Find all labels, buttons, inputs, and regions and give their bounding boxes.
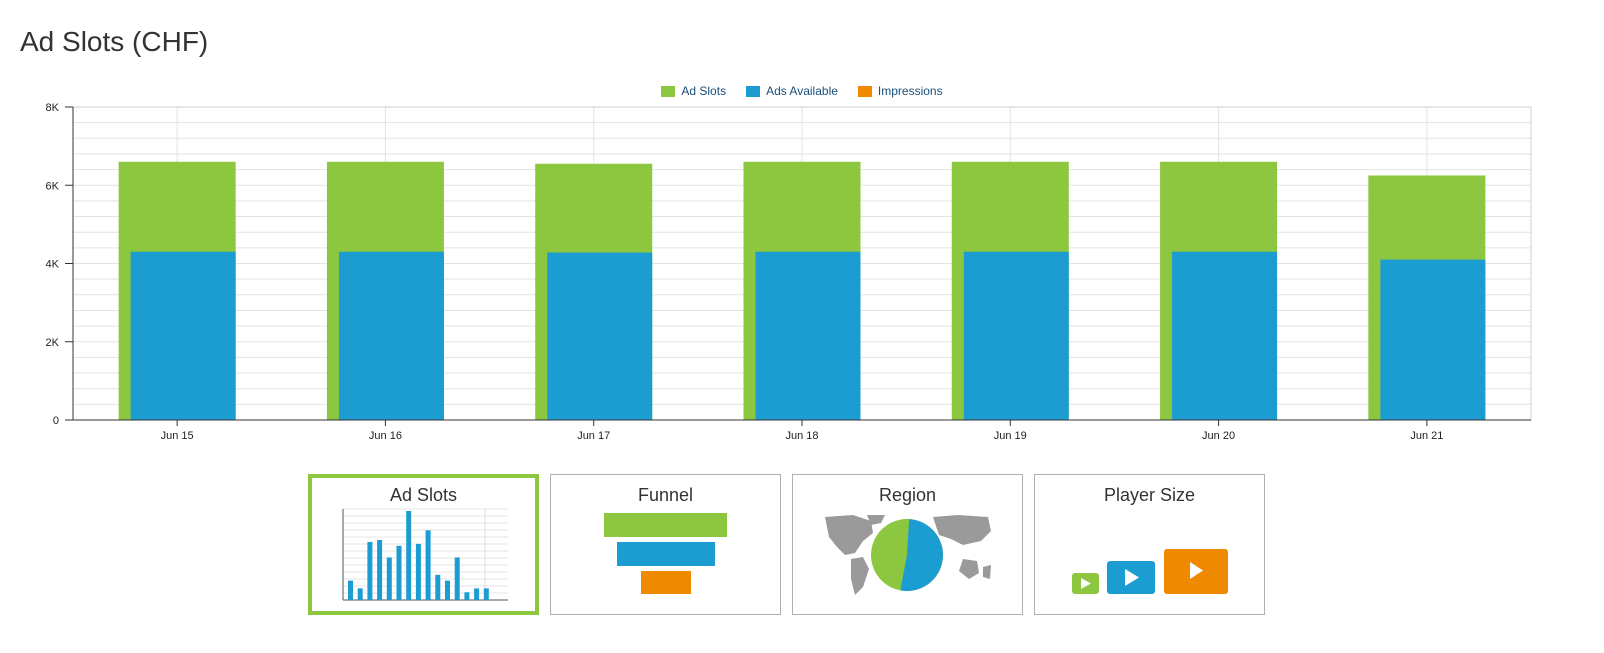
thumb-bar — [445, 580, 450, 600]
ad-slots-chart: 0 2K 4K 6K 8K Jun 15 Jun 16 Jun 17 Jun 18 Jun 19 J… — [46, 102, 1532, 442]
x-tick-label: Jun 17 — [577, 430, 610, 442]
y-tick-label: 6K — [46, 180, 60, 192]
bar-ads-available — [1380, 259, 1486, 420]
y-tick-label: 4K — [46, 259, 60, 271]
x-tick-label: Jun 18 — [785, 430, 818, 442]
bar-ads-available — [547, 252, 653, 420]
bar-ads-available — [755, 251, 861, 420]
funnel-thumbnail-icon — [604, 513, 727, 594]
thumb-bar — [377, 540, 383, 600]
ad-slots-thumbnail-icon — [342, 508, 508, 601]
y-tick-label: 8K — [46, 102, 60, 114]
region-map-thumbnail-icon — [825, 515, 991, 595]
x-tick-label: Jun 15 — [161, 430, 194, 442]
thumb-bar — [483, 588, 489, 600]
tile-funnel[interactable]: Funnel — [550, 474, 781, 615]
thumb-bar — [474, 588, 480, 600]
chart-type-tiles: Ad Slots Funnel Region Player Size — [308, 474, 1265, 615]
tile-region[interactable]: Region — [792, 474, 1023, 615]
x-tick-label: Jun 19 — [994, 430, 1027, 442]
thumb-bar — [406, 511, 412, 600]
thumb-bar — [357, 588, 363, 600]
thumb-bar — [454, 557, 460, 600]
thumb-bar — [348, 580, 353, 600]
y-tick-label: 2K — [46, 337, 60, 349]
thumb-bar — [435, 574, 441, 600]
x-tick-label: Jun 16 — [369, 430, 402, 442]
x-tick-label: Jun 20 — [1202, 430, 1235, 442]
thumb-bar — [367, 541, 373, 600]
bar-ads-available — [130, 251, 236, 420]
bar-ads-available — [1172, 251, 1278, 420]
tile-ad-slots[interactable]: Ad Slots — [308, 474, 539, 615]
thumb-bar — [396, 545, 402, 600]
tile-player-size[interactable]: Player Size — [1034, 474, 1265, 615]
bar-ads-available — [338, 251, 444, 420]
thumb-bar — [386, 557, 392, 600]
thumb-bar — [425, 530, 431, 600]
y-tick-label: 0 — [53, 415, 59, 427]
bar-ads-available — [963, 251, 1069, 420]
thumb-bar — [464, 592, 470, 600]
x-tick-label: Jun 21 — [1410, 430, 1443, 442]
page: Ad Slots (CHF) Ad Slots Ads Available Im… — [0, 0, 1604, 653]
player-size-thumbnail-icon — [1072, 549, 1228, 594]
thumb-bar — [415, 543, 421, 600]
